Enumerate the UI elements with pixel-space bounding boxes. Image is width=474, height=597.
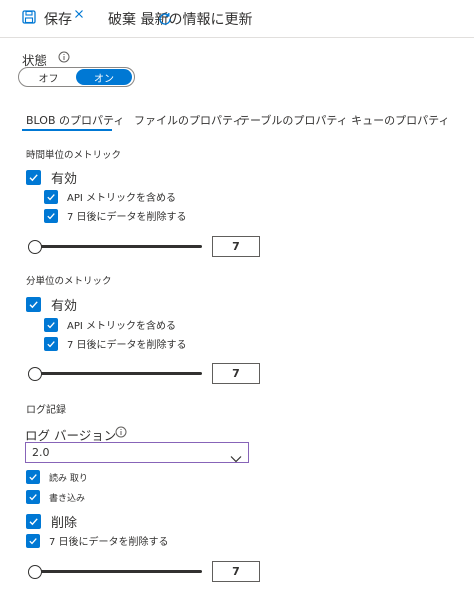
minute-retention-input[interactable]: 7 (212, 363, 260, 384)
minute-metrics-heading: 分単位のメトリック (26, 276, 112, 287)
checkbox-checked-icon (44, 336, 58, 351)
hourly-metrics-heading: 時間単位のメトリック (26, 150, 122, 161)
refresh-icon[interactable] (157, 11, 173, 31)
log-delete-checkbox[interactable]: 削除 (26, 512, 77, 531)
tab-blob-properties[interactable]: BLOB のプロパティ (26, 112, 124, 128)
checkbox-checked-icon (44, 189, 58, 204)
log-version-dropdown[interactable]: 2.0 (25, 442, 249, 463)
command-bar: 保存 破棄 最新の情報に更新 (0, 0, 474, 38)
tab-file-properties[interactable]: ファイルのプロパティ (134, 112, 243, 128)
checkbox-checked-icon (26, 514, 41, 529)
hourly-retention-slider-thumb[interactable] (28, 240, 42, 254)
checkbox-checked-icon (26, 470, 40, 484)
checkbox-checked-icon (26, 170, 41, 185)
log-retention-slider-thumb[interactable] (28, 565, 42, 579)
discard-icon[interactable] (74, 9, 84, 19)
minute-retention-slider-track[interactable] (30, 372, 202, 375)
active-tab-indicator (22, 129, 112, 131)
tab-table-queue-properties[interactable]: テーブルのプロパティ キューのプロパティ (239, 112, 450, 128)
info-icon[interactable] (115, 426, 127, 438)
toggle-off-option[interactable]: オフ (21, 69, 76, 85)
log-delete-after-checkbox[interactable]: 7 日後にデータを削除する (26, 533, 169, 548)
minute-retention-slider-thumb[interactable] (28, 367, 42, 381)
minute-delete-after-label: 7 日後にデータを削除する (67, 340, 187, 351)
logging-heading: ログ記録 (26, 405, 66, 416)
discard-refresh-label: 破棄 最新の情報に更新 (108, 12, 253, 28)
hourly-include-api-label: API メトリックを含める (67, 193, 176, 204)
hourly-retention-input[interactable]: 7 (212, 236, 260, 257)
info-icon[interactable] (58, 51, 70, 63)
log-version-value: 2.0 (32, 446, 50, 459)
minute-include-api-label: API メトリックを含める (67, 321, 176, 332)
log-write-checkbox[interactable]: 書き込み (26, 490, 85, 504)
discard-refresh-button[interactable]: 破棄 最新の情報に更新 (108, 9, 252, 29)
save-button[interactable]: 保存 (22, 9, 72, 29)
status-toggle[interactable]: オフ オン (18, 67, 135, 87)
log-read-checkbox[interactable]: 読み 取り (26, 470, 88, 484)
checkbox-checked-icon (26, 297, 41, 312)
minute-delete-after-checkbox[interactable]: 7 日後にデータを削除する (44, 336, 187, 351)
minute-include-api-checkbox[interactable]: API メトリックを含める (44, 317, 176, 332)
chevron-down-icon (230, 448, 242, 467)
log-retention-input[interactable]: 7 (212, 561, 260, 582)
checkbox-checked-icon (44, 317, 58, 332)
checkbox-checked-icon (44, 208, 58, 223)
log-retention-slider-track[interactable] (30, 570, 202, 573)
checkbox-checked-icon (26, 490, 40, 504)
minute-enabled-label: 有効 (51, 299, 78, 314)
toggle-on-option[interactable]: オン (76, 69, 132, 85)
save-label: 保存 (44, 12, 72, 28)
hourly-enabled-label: 有効 (51, 172, 78, 187)
save-icon (22, 10, 36, 28)
log-delete-label: 削除 (51, 516, 78, 531)
hourly-retention-slider-track[interactable] (30, 245, 202, 248)
hourly-include-api-checkbox[interactable]: API メトリックを含める (44, 189, 176, 204)
hourly-enabled-checkbox[interactable]: 有効 (26, 168, 77, 187)
log-write-label: 書き込み (49, 493, 86, 504)
minute-enabled-checkbox[interactable]: 有効 (26, 295, 77, 314)
log-delete-after-label: 7 日後にデータを削除する (49, 537, 169, 548)
hourly-delete-after-label: 7 日後にデータを削除する (67, 212, 187, 223)
hourly-delete-after-checkbox[interactable]: 7 日後にデータを削除する (44, 208, 187, 223)
checkbox-checked-icon (26, 533, 40, 548)
log-read-label: 読み 取り (49, 473, 88, 484)
